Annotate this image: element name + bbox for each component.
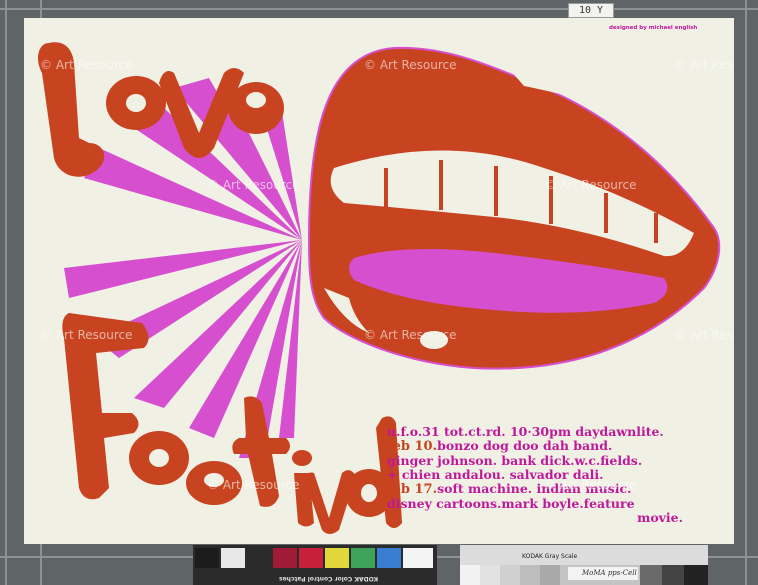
grid-line: [745, 0, 747, 585]
gray-step: [500, 565, 520, 585]
designer-credit: designed by michael english: [609, 25, 698, 31]
watermark: © Art Resource: [544, 478, 637, 492]
watermark: © Art Resource: [40, 328, 133, 342]
watermark: © Art Resource: [207, 478, 300, 492]
color-swatch: [221, 548, 245, 568]
color-swatch: [299, 548, 323, 568]
gray-step: [640, 565, 662, 585]
gray-scale: KODAK Gray Scale MoMA pps-Cell: [460, 545, 708, 585]
color-swatch: [247, 548, 271, 568]
color-swatch: [273, 548, 297, 568]
love-festival-poster: designed by michael english u.f.o.31 tot…: [24, 18, 734, 544]
event-listing: u.f.o.31 tot.ct.rd. 10·30pm daydawnlite.…: [387, 425, 727, 525]
archive-tag: 10 Y: [568, 3, 614, 18]
watermark: © Art Resource: [364, 58, 457, 72]
gray-scale-header: KODAK Gray Scale: [460, 545, 708, 565]
listing-line: feb 10.bonzo dog doo dah band.: [387, 439, 727, 454]
color-swatch: [403, 548, 433, 568]
listing-line: u.f.o.31 tot.ct.rd. 10·30pm daydawnlite.: [387, 424, 664, 439]
grid-line: [0, 8, 758, 10]
gray-step: [540, 565, 560, 585]
watermark: © Art Resource: [40, 58, 133, 72]
color-swatch: [325, 548, 349, 568]
lips-illustration: [307, 46, 721, 370]
gray-step: [460, 565, 480, 585]
listing-line: movie.: [637, 510, 683, 525]
listing-date: feb 17.: [387, 482, 438, 497]
color-swatch: [377, 548, 401, 568]
listing-line: disney cartoons.mark boyle.feature: [387, 496, 635, 511]
gray-step: [684, 565, 708, 585]
listing-line: ginger johnson. bank dick.w.c.fields.: [387, 453, 643, 468]
gray-step: [520, 565, 540, 585]
gray-step: [662, 565, 684, 585]
handwritten-label: MoMA pps-Cell: [568, 567, 638, 580]
color-swatch: [195, 548, 219, 568]
listing-text: bonzo dog doo dah band.: [437, 438, 613, 453]
watermark: © Art Resource: [674, 328, 734, 342]
watermark: © Art Resource: [364, 328, 457, 342]
color-swatch: [351, 548, 375, 568]
gray-step: [480, 565, 500, 585]
watermark: © Art Resource: [674, 58, 734, 72]
grid-line: [5, 0, 7, 585]
color-control-patches: KODAK Color Control Patches: [193, 545, 437, 585]
watermark: © Art Resource: [544, 178, 637, 192]
colorbar-label: KODAK Color Control Patches: [279, 575, 379, 582]
gray-scale-label: KODAK Gray Scale: [522, 553, 578, 560]
festival-lettering: [62, 313, 402, 534]
watermark: © Art Resource: [207, 178, 300, 192]
listing-date: feb 10.: [387, 439, 438, 454]
